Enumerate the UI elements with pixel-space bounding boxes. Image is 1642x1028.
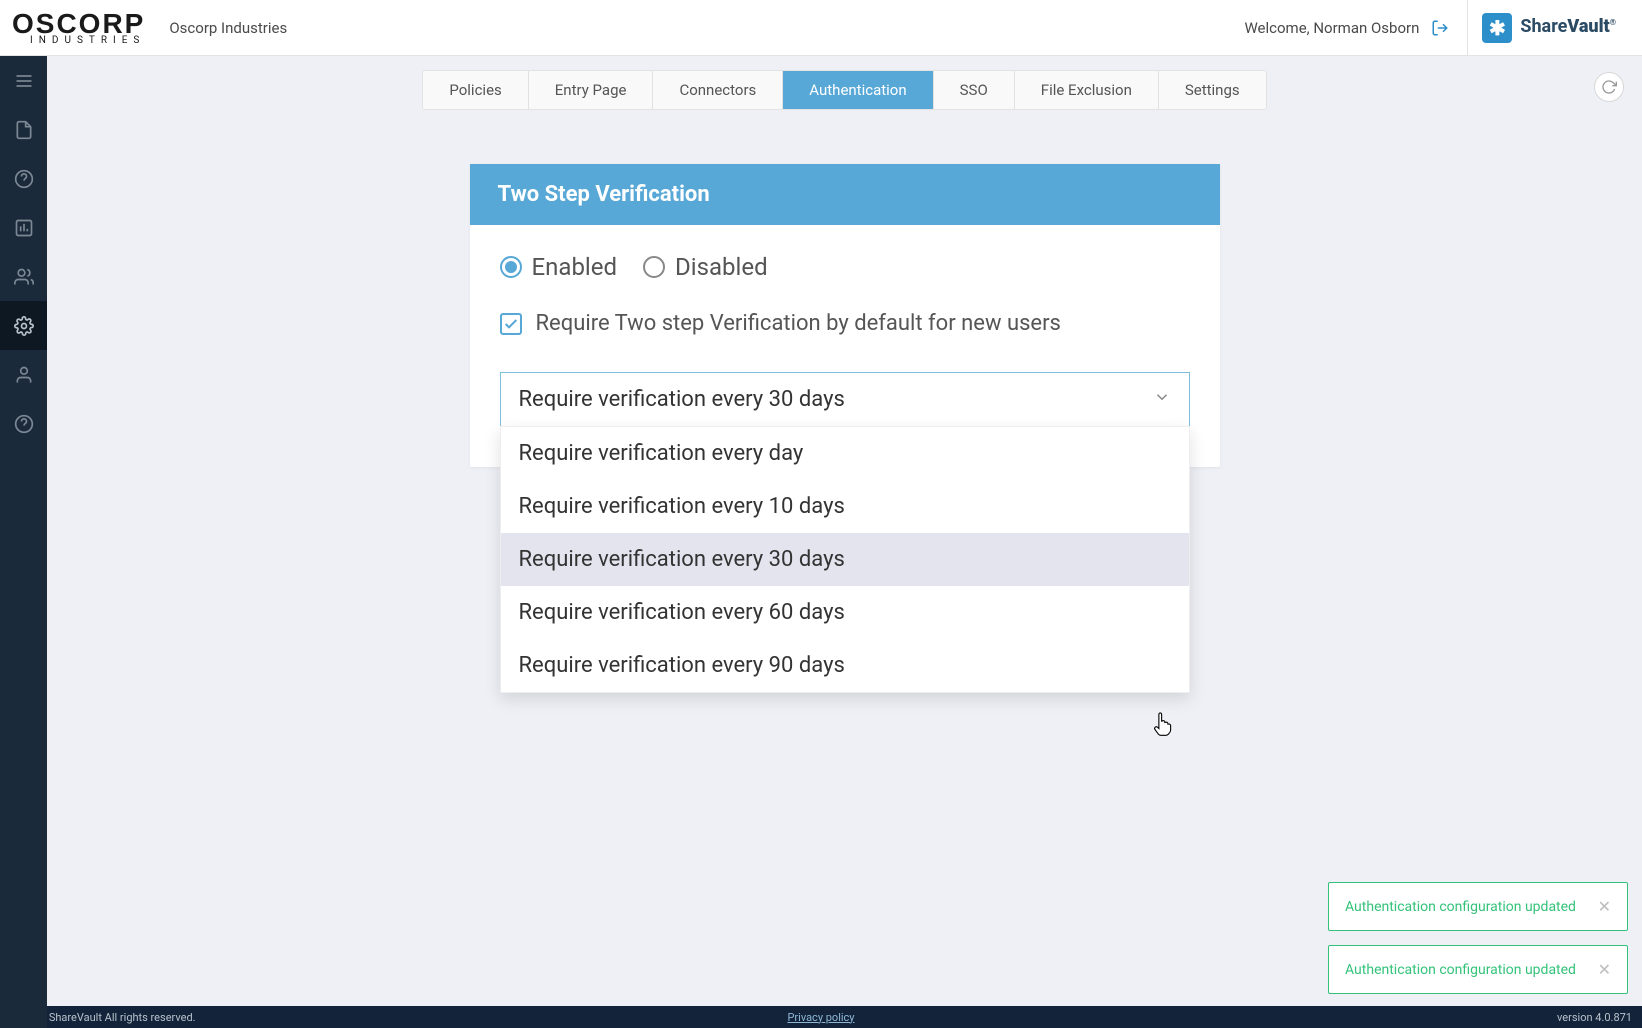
app-footer: © 2018 ShareVault All rights reserved. P…	[0, 1006, 1642, 1028]
sidebar-item-menu[interactable]	[0, 56, 47, 105]
option-label: Require verification every 90 days	[519, 653, 845, 678]
select-value: Require verification every 30 days	[519, 387, 845, 412]
oscorp-logo-sub: INDUSTRIES	[12, 36, 145, 46]
close-icon[interactable]: ✕	[1598, 960, 1611, 979]
tab-file-exclusion[interactable]: File Exclusion	[1015, 71, 1159, 109]
sidebar-item-help[interactable]	[0, 399, 47, 448]
tab-label: Authentication	[809, 81, 906, 99]
option-label: Require verification every 60 days	[519, 600, 845, 625]
toast-success: Authentication configuration updated ✕	[1328, 945, 1628, 994]
oscorp-logo-main: OSCORP	[12, 10, 145, 38]
radio-enabled[interactable]: Enabled	[500, 253, 618, 281]
toast-success: Authentication configuration updated ✕	[1328, 882, 1628, 931]
option-label: Require verification every 30 days	[519, 547, 845, 572]
company-name: Oscorp Industries	[169, 19, 287, 37]
refresh-button[interactable]	[1594, 72, 1624, 102]
tab-settings[interactable]: Settings	[1159, 71, 1266, 109]
tab-label: Policies	[449, 81, 501, 99]
select-dropdown: Require verification every day Require v…	[500, 426, 1190, 693]
option-label: Require verification every day	[519, 441, 804, 466]
sharevault-brand[interactable]: ✱ ShareVault®	[1467, 0, 1630, 56]
tab-connectors[interactable]: Connectors	[653, 71, 783, 109]
sharevault-mark-icon: ✱	[1482, 13, 1512, 43]
sidebar-item-settings[interactable]	[0, 301, 47, 350]
sidebar-item-qa[interactable]	[0, 154, 47, 203]
select-option[interactable]: Require verification every 30 days	[501, 533, 1189, 586]
tab-label: SSO	[960, 81, 988, 99]
radio-enabled-label: Enabled	[532, 253, 618, 281]
checkbox-label: Require Two step Verification by default…	[536, 311, 1061, 336]
cursor-hand-icon	[1152, 710, 1174, 736]
welcome-text: Welcome, Norman Osborn	[1244, 19, 1419, 37]
settings-tabbar: Policies Entry Page Connectors Authentic…	[47, 70, 1642, 110]
tab-label: Entry Page	[555, 81, 627, 99]
close-icon[interactable]: ✕	[1598, 897, 1611, 916]
main-content: Policies Entry Page Connectors Authentic…	[47, 56, 1642, 1006]
tab-policies[interactable]: Policies	[423, 71, 528, 109]
require-default-checkbox[interactable]: Require Two step Verification by default…	[500, 311, 1190, 336]
refresh-icon	[1601, 79, 1617, 95]
select-display[interactable]: Require verification every 30 days	[500, 372, 1190, 427]
select-option[interactable]: Require verification every 60 days	[501, 586, 1189, 639]
radio-on-icon	[500, 256, 522, 278]
app-header: OSCORP INDUSTRIES Oscorp Industries Welc…	[0, 0, 1642, 56]
logout-icon[interactable]	[1431, 19, 1449, 37]
card-title: Two Step Verification	[470, 164, 1220, 225]
select-option[interactable]: Require verification every day	[501, 427, 1189, 480]
privacy-policy-link[interactable]: Privacy policy	[787, 1011, 854, 1024]
select-option[interactable]: Require verification every 10 days	[501, 480, 1189, 533]
radio-disabled-label: Disabled	[675, 253, 768, 281]
oscorp-logo: OSCORP INDUSTRIES	[12, 10, 145, 46]
tab-label: File Exclusion	[1041, 81, 1132, 99]
sidebar-item-reports[interactable]	[0, 203, 47, 252]
sharevault-wordmark: ShareVault®	[1520, 18, 1616, 37]
sidebar-item-profile[interactable]	[0, 350, 47, 399]
tab-entry-page[interactable]: Entry Page	[529, 71, 654, 109]
radio-disabled[interactable]: Disabled	[643, 253, 768, 281]
verification-frequency-select[interactable]: Require verification every 30 days Requi…	[500, 372, 1190, 427]
brand-vault-text: Vault	[1567, 16, 1609, 37]
tab-label: Settings	[1185, 81, 1240, 99]
tab-authentication[interactable]: Authentication	[783, 71, 933, 109]
left-sidebar	[0, 56, 47, 1028]
enable-disable-radio-group: Enabled Disabled	[500, 253, 1190, 281]
radio-off-icon	[643, 256, 665, 278]
sidebar-item-documents[interactable]	[0, 105, 47, 154]
sidebar-item-users[interactable]	[0, 252, 47, 301]
footer-version: version 4.0.871	[1557, 1011, 1632, 1024]
select-option[interactable]: Require verification every 90 days	[501, 639, 1189, 692]
checkbox-checked-icon	[500, 313, 522, 335]
toast-message: Authentication configuration updated	[1345, 899, 1576, 915]
tab-sso[interactable]: SSO	[934, 71, 1015, 109]
toast-message: Authentication configuration updated	[1345, 962, 1576, 978]
toast-stack: Authentication configuration updated ✕ A…	[1328, 882, 1628, 994]
two-step-verification-card: Two Step Verification Enabled Disabled R…	[470, 164, 1220, 467]
brand-share-text: Share	[1520, 16, 1567, 37]
option-label: Require verification every 10 days	[519, 494, 845, 519]
tab-label: Connectors	[679, 81, 756, 99]
chevron-down-icon	[1153, 387, 1171, 412]
